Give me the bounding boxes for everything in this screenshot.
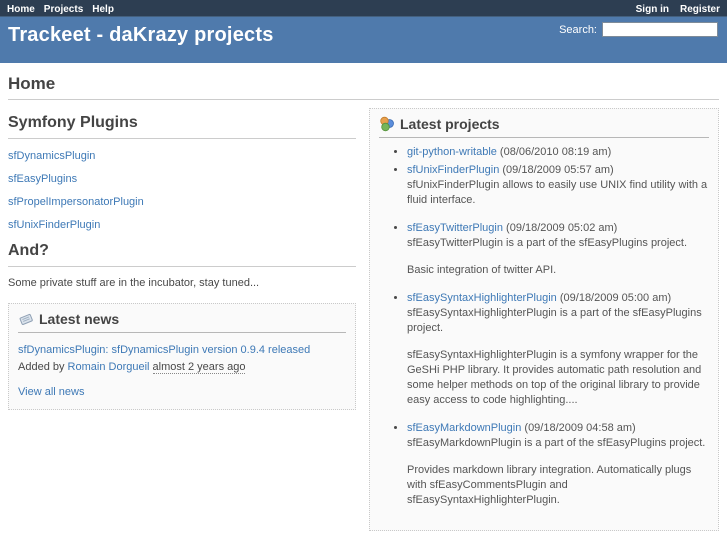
top-menu-item-projects[interactable]: Projects <box>44 4 83 15</box>
latest-news-box: Latest news sfDynamicsPlugin: sfDynamics… <box>8 303 356 410</box>
project-list-item: sfEasySyntaxHighlighterPlugin (09/18/200… <box>407 291 709 408</box>
plugin-link-row: sfEasyPlugins <box>8 173 356 185</box>
top-menu-item-home[interactable]: Home <box>7 4 35 15</box>
view-all-news-link[interactable]: View all news <box>18 386 84 398</box>
project-description: sfEasySyntaxHighlighterPlugin is a part … <box>407 307 702 334</box>
project-description: Basic integration of twitter API. <box>407 264 557 276</box>
project-description: sfEasyTwitterPlugin is a part of the sfE… <box>407 237 688 249</box>
project-description: sfEasyMarkdownPlugin is a part of the sf… <box>407 437 706 449</box>
project-list-item: sfUnixFinderPlugin (09/18/2009 05:57 am)… <box>407 163 709 208</box>
top-menu-left: Home Projects Help <box>7 0 123 17</box>
news-box-title: Latest news <box>39 311 120 327</box>
left-column: Symfony Plugins sfDynamicsPlugin sfEasyPl… <box>8 108 356 410</box>
projects-icon <box>379 116 395 132</box>
and-heading: And? <box>8 242 356 267</box>
project-list-item: sfEasyMarkdownPlugin (09/18/2009 04:58 a… <box>407 421 709 508</box>
account-item-sign-in[interactable]: Sign in <box>636 4 669 15</box>
news-item-link[interactable]: sfDynamicsPlugin: sfDynamicsPlugin versi… <box>18 344 310 356</box>
project-link-sfeasysyntaxhighlighterplugin[interactable]: sfEasySyntaxHighlighterPlugin <box>407 292 557 304</box>
header: Trackeet - daKrazy projects Search: <box>0 17 727 63</box>
latest-projects-box: Latest projects git-python-writable (08/… <box>369 108 719 531</box>
project-link-sfeasymarkdownplugin[interactable]: sfEasyMarkdownPlugin <box>407 422 521 434</box>
project-date: (09/18/2009 04:58 am) <box>521 422 636 434</box>
incubator-text: Some private stuff are in the incubator,… <box>8 277 260 289</box>
top-menu: Home Projects Help Sign in Register <box>0 0 727 17</box>
plugin-link-row: sfDynamicsPlugin <box>8 150 356 162</box>
projects-box-title: Latest projects <box>400 116 500 132</box>
plugin-link-sfeasyplugins[interactable]: sfEasyPlugins <box>8 173 77 185</box>
top-menu-item-help[interactable]: Help <box>92 4 114 15</box>
news-item-meta: Added by Romain Dorgueil almost 2 years … <box>18 361 346 374</box>
search-label: Search: <box>559 23 597 36</box>
right-column: Latest projects git-python-writable (08/… <box>369 108 719 531</box>
project-list-item: sfEasyTwitterPlugin (09/18/2009 05:02 am… <box>407 221 709 278</box>
project-link-git-python-writable[interactable]: git-python-writable <box>407 146 497 158</box>
plugin-link-row: sfPropelImpersonatorPlugin <box>8 196 356 208</box>
news-icon <box>18 311 34 327</box>
news-author-link[interactable]: Romain Dorgueil <box>68 361 150 373</box>
project-link-sfunixfinderplugin[interactable]: sfUnixFinderPlugin <box>407 164 499 176</box>
top-menu-right: Sign in Register <box>625 0 720 17</box>
project-date: (09/18/2009 05:00 am) <box>556 292 672 304</box>
plugin-link-sfpropelimpersonatorplugin[interactable]: sfPropelImpersonatorPlugin <box>8 196 144 208</box>
added-by-text: Added by <box>18 361 65 373</box>
account-item-register[interactable]: Register <box>680 4 720 15</box>
project-link-sfeasytwitterplugin[interactable]: sfEasyTwitterPlugin <box>407 222 503 234</box>
projects-list: git-python-writable (08/06/2010 08:19 am… <box>407 145 709 508</box>
project-description: sfEasySyntaxHighlighterPlugin is a symfo… <box>407 349 702 406</box>
project-description: sfUnixFinderPlugin allows to easily use … <box>407 179 708 206</box>
project-date: (09/18/2009 05:02 am) <box>502 222 618 234</box>
news-time-ago: almost 2 years ago <box>152 361 246 374</box>
project-list-item: git-python-writable (08/06/2010 08:19 am… <box>407 145 709 160</box>
project-date: (09/18/2009 05:57 am) <box>499 164 614 176</box>
plugin-links: sfDynamicsPlugin sfEasyPlugins sfPropelImp… <box>8 150 356 231</box>
plugin-link-sfunixfinderplugin[interactable]: sfUnixFinderPlugin <box>8 219 100 231</box>
project-date: (08/06/2010 08:19 am) <box>496 146 612 158</box>
plugins-heading: Symfony Plugins <box>8 114 356 139</box>
search-input[interactable] <box>602 22 718 37</box>
plugin-link-sfdynamicsplugin[interactable]: sfDynamicsPlugin <box>8 150 95 162</box>
main-content: Home Symfony Plugins sfDynamicsPlugin sfE… <box>0 63 727 531</box>
plugin-link-row: sfUnixFinderPlugin <box>8 219 356 231</box>
project-description: Provides markdown library integration. A… <box>407 464 692 506</box>
quick-search: Search: <box>559 22 718 37</box>
page-title: Home <box>8 71 719 100</box>
